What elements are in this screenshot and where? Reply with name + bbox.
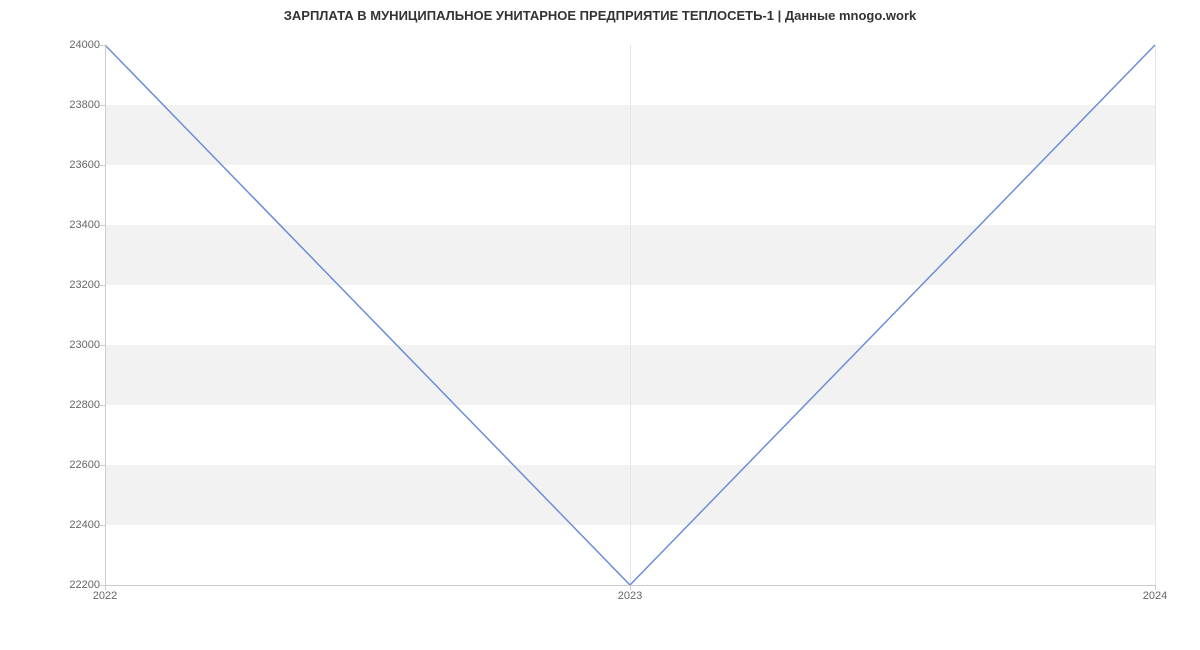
plot-area [105,45,1155,585]
line-series [105,45,1155,585]
y-tick-label: 22600 [50,459,100,471]
y-tick-label: 23000 [50,339,100,351]
y-tick-label: 22800 [50,399,100,411]
gridline-vertical [1155,45,1156,585]
y-tick-label: 23200 [50,279,100,291]
y-tick-label: 22400 [50,519,100,531]
y-tick-label: 24000 [50,39,100,51]
y-axis-line [105,45,106,585]
chart-title: ЗАРПЛАТА В МУНИЦИПАЛЬНОЕ УНИТАРНОЕ ПРЕДП… [0,8,1200,23]
x-tick-label: 2023 [618,590,642,602]
y-tick-label: 23800 [50,99,100,111]
y-tick-label: 23400 [50,219,100,231]
x-tick-label: 2024 [1143,590,1167,602]
x-tick-label: 2022 [93,590,117,602]
x-axis-line [105,585,1155,586]
y-tick-label: 23600 [50,159,100,171]
series-line [105,45,1155,585]
